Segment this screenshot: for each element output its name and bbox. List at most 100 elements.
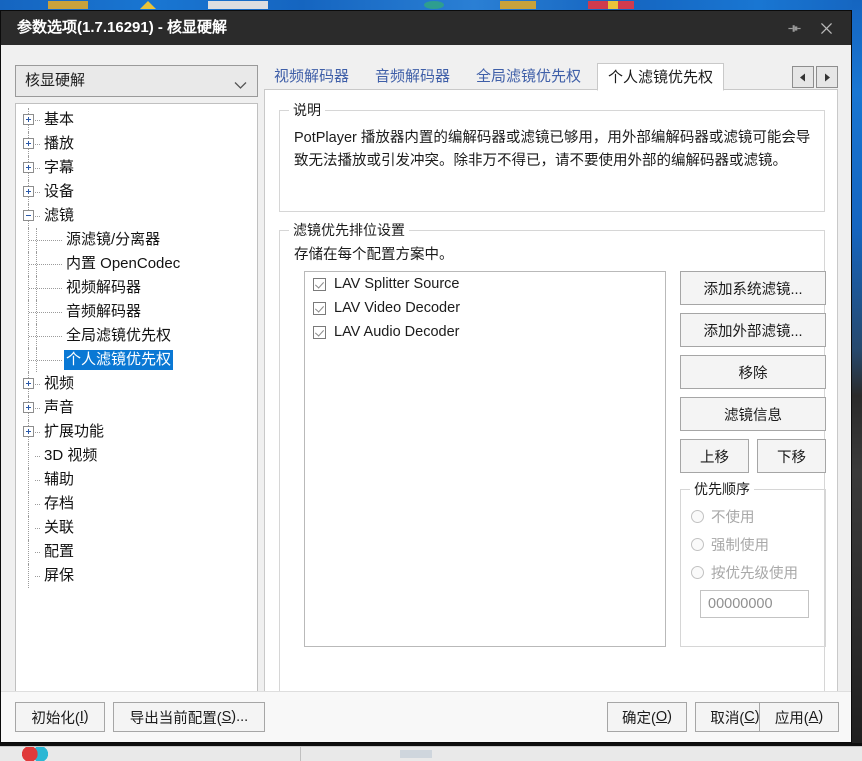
tree-item-label: 播放 xyxy=(44,135,75,152)
tree-expand-icon[interactable] xyxy=(23,162,34,173)
pin-icon[interactable] xyxy=(779,11,809,45)
initialize-button[interactable]: 初始化(I) xyxy=(15,702,105,732)
profile-select[interactable]: 核显硬解 xyxy=(15,65,258,97)
tab-scroll-right-button[interactable] xyxy=(816,66,838,88)
filter-list-item-label: LAV Video Decoder xyxy=(334,300,461,316)
settings-tree[interactable]: 基本播放字幕 设备 滤镜 源滤镜/分离器内置 OpenCodec 视频解码器 音频解码器全… xyxy=(15,103,258,727)
filter-priority-group: 滤镜优先排位设置 存储在每个配置方案中。 LAV Splitter Source… xyxy=(279,222,826,700)
add-system-filter-button[interactable]: 添加系统滤镜... xyxy=(680,271,826,305)
tree-item-12[interactable]: 声音 xyxy=(16,396,257,420)
filter-list-item[interactable]: LAV Splitter Source xyxy=(305,272,665,296)
button-label: )... xyxy=(231,709,249,725)
add-external-filter-button[interactable]: 添加外部滤镜... xyxy=(680,313,826,347)
button-label: 初始化( xyxy=(31,710,80,727)
tree-connector xyxy=(29,264,62,265)
taskbar-app-icon[interactable] xyxy=(22,747,48,761)
tree-item-2[interactable]: 字幕 xyxy=(16,156,257,180)
filter-list-item[interactable]: LAV Video Decoder xyxy=(305,296,665,320)
tree-item-7[interactable]: 视频解码器 xyxy=(16,276,257,300)
remove-filter-button[interactable]: 移除 xyxy=(680,355,826,389)
tree-item-16[interactable]: 存档 xyxy=(16,492,257,516)
button-label: ) xyxy=(83,709,89,725)
tab-label: 音频解码器 xyxy=(375,68,451,85)
tree-connector xyxy=(28,444,29,468)
tree-connector xyxy=(35,432,40,433)
tree-item-14[interactable]: 3D 视频 xyxy=(16,444,257,468)
tree-expand-icon[interactable] xyxy=(23,114,34,125)
tab-2[interactable]: 全局滤镜优先权 xyxy=(466,63,591,91)
desktop-background-top xyxy=(0,0,862,10)
tree-item-label: 基本 xyxy=(44,111,75,128)
tree-item-1[interactable]: 播放 xyxy=(16,132,257,156)
tree-item-18[interactable]: 配置 xyxy=(16,540,257,564)
filter-info-button[interactable]: 滤镜信息 xyxy=(680,397,826,431)
radio-use-by-priority[interactable]: 按优先级使用 xyxy=(691,562,798,583)
tab-0[interactable]: 视频解码器 xyxy=(264,63,359,91)
tree-expand-icon[interactable] xyxy=(23,402,34,413)
tree-item-5[interactable]: 源滤镜/分离器 xyxy=(16,228,257,252)
tree-connector xyxy=(35,480,40,481)
tree-item-3[interactable]: 设备 xyxy=(16,180,257,204)
profile-selected-value: 核显硬解 xyxy=(25,72,86,89)
ok-button[interactable]: 确定(O) xyxy=(607,702,687,732)
desktop-icon xyxy=(500,1,536,9)
filter-list[interactable]: LAV Splitter Source LAV Video Decoder LAV … xyxy=(304,271,666,647)
tree-connector xyxy=(29,288,62,289)
tree-connector xyxy=(29,240,62,241)
export-config-button[interactable]: 导出当前配置(S)... xyxy=(113,702,265,732)
tree-expand-icon[interactable] xyxy=(23,378,34,389)
dialog-client-area: 核显硬解 基本 播放 字幕 设备 滤镜 源滤镜/分离器 内置 OpenCodec 视频解码器音… xyxy=(1,45,851,742)
tree-expand-icon[interactable] xyxy=(23,138,34,149)
radio-do-not-use-label: 不使用 xyxy=(711,510,755,526)
filter-list-item[interactable]: LAV Audio Decoder xyxy=(305,320,665,344)
tree-connector xyxy=(36,228,37,252)
tab-3[interactable]: 个人滤镜优先权 xyxy=(597,63,725,91)
tab-label: 全局滤镜优先权 xyxy=(476,68,582,85)
tree-item-11[interactable]: 视频 xyxy=(16,372,257,396)
tab-1[interactable]: 音频解码器 xyxy=(365,63,460,91)
tab-strip: 视频解码器 音频解码器 全局滤镜优先权 个人滤镜优先权 xyxy=(264,63,838,91)
apply-button[interactable]: 应用(A) xyxy=(759,702,839,732)
tree-item-label: 关联 xyxy=(44,519,75,536)
move-down-button[interactable]: 下移 xyxy=(757,439,826,473)
tree-item-10[interactable]: 个人滤镜优先权 xyxy=(16,348,257,372)
tree-item-13[interactable]: 扩展功能 xyxy=(16,420,257,444)
tree-connector xyxy=(36,324,37,348)
tree-item-15[interactable]: 辅助 xyxy=(16,468,257,492)
radio-circle-icon xyxy=(691,538,704,551)
priority-order-group-title: 优先顺序 xyxy=(690,481,754,497)
tree-expand-icon[interactable] xyxy=(23,426,34,437)
button-label: 取消( xyxy=(710,710,745,727)
checkbox-icon[interactable] xyxy=(313,301,326,315)
button-label: 确定( xyxy=(622,710,656,727)
tree-item-0[interactable]: 基本 xyxy=(16,108,257,132)
tree-item-4[interactable]: 滤镜 xyxy=(16,204,257,228)
tree-collapse-icon[interactable] xyxy=(23,210,34,221)
close-icon[interactable] xyxy=(811,11,841,45)
radio-circle-icon xyxy=(691,566,704,579)
tree-item-label: 内置 OpenCodec xyxy=(66,255,181,272)
tree-item-19[interactable]: 屏保 xyxy=(16,564,257,588)
button-mnemonic: S xyxy=(221,709,232,725)
tree-item-label: 配置 xyxy=(44,543,75,560)
radio-force-use[interactable]: 强制使用 xyxy=(691,534,769,555)
tree-connector xyxy=(29,336,62,337)
tree-connector xyxy=(28,468,29,492)
tree-item-8[interactable]: 音频解码器 xyxy=(16,300,257,324)
tree-item-label: 视频 xyxy=(44,375,75,392)
checkbox-icon[interactable] xyxy=(313,277,326,291)
tree-expand-icon[interactable] xyxy=(23,186,34,197)
tree-item-17[interactable]: 关联 xyxy=(16,516,257,540)
checkbox-icon[interactable] xyxy=(313,325,326,339)
taskbar-button[interactable] xyxy=(400,750,432,758)
radio-do-not-use[interactable]: 不使用 xyxy=(691,506,755,527)
tab-scroll-left-button[interactable] xyxy=(792,66,814,88)
tree-item-9[interactable]: 全局滤镜优先权 xyxy=(16,324,257,348)
move-up-button[interactable]: 上移 xyxy=(680,439,749,473)
tree-connector xyxy=(35,576,40,577)
tree-connector xyxy=(28,564,29,588)
tree-item-6[interactable]: 内置 OpenCodec xyxy=(16,252,257,276)
priority-value-input[interactable]: 00000000 xyxy=(700,590,809,618)
tree-connector xyxy=(28,492,29,516)
chevron-down-icon xyxy=(234,77,247,95)
